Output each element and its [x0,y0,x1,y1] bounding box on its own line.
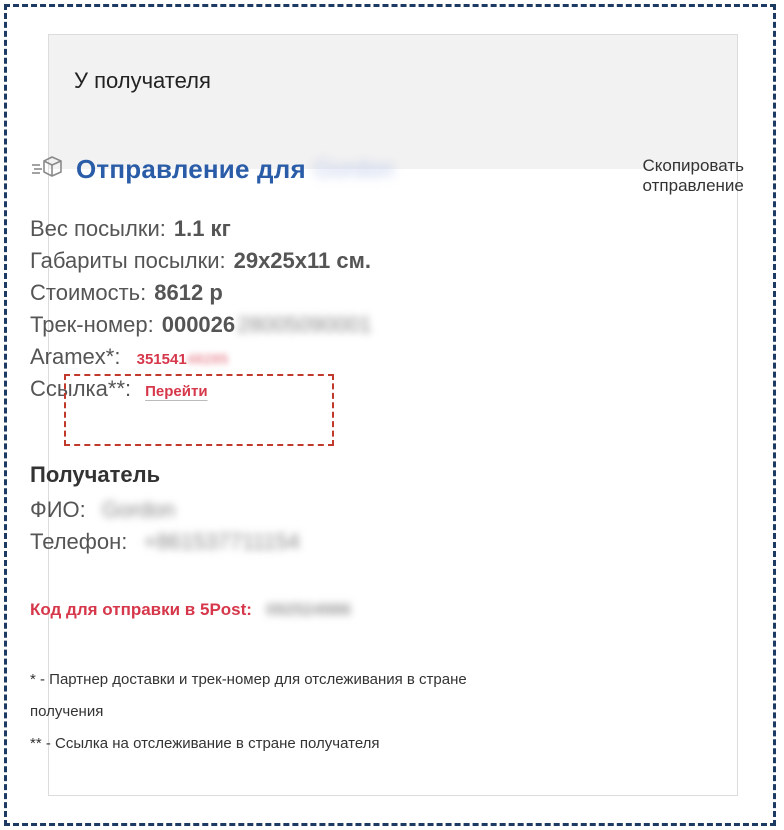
track-value-blurred: 28005090001 [237,312,372,337]
weight-value: 1.1 кг [173,216,231,241]
aramex-value: 351541 [136,351,187,368]
dimensions-value: 29x25x11 см. [233,248,371,273]
copy-shipment-label: Скопировать отправление [642,156,744,195]
footnote-link: ** - Ссылка на отслеживание в стране пол… [30,735,380,752]
recipient-info: ФИО: Gordon Телефон: +861537711154 [30,494,300,558]
fio-value-blurred: Gordon [101,497,176,522]
footnotes: * - Партнер доставки и трек-номер для от… [30,664,510,760]
code-5post-value-blurred: 092524986 [265,600,352,619]
cost-value: 8612 р [154,280,223,305]
fio-row: ФИО: Gordon [30,494,300,526]
phone-value-blurred: +861537711154 [143,529,300,554]
shipment-title: Отправление для [76,154,306,184]
track-value: 000026 [161,312,236,337]
shipment-title-row: Отправление для Gordon [30,154,394,185]
recipient-section-title: Получатель [30,462,161,487]
code-5post-label: Код для отправки в 5Post: [30,600,252,619]
aramex-row: Aramex*: 35154148285 [30,341,372,373]
status-title: У получателя [74,68,211,93]
phone-row: Телефон: +861537711154 [30,526,300,558]
cost-label: Стоимость: [30,280,147,305]
highlight-box [64,374,334,446]
recipient-name-blurred: Gordon [313,155,394,183]
track-label: Трек-номер: [30,312,154,337]
code-5post-row: Код для отправки в 5Post: 092524986 [30,600,351,620]
card-header: У получателя [49,35,737,169]
phone-label: Телефон: [30,529,128,554]
weight-row: Вес посылки: 1.1 кг [30,213,372,245]
fio-label: ФИО: [30,497,86,522]
weight-label: Вес посылки: [30,216,166,241]
dimensions-label: Габариты посылки: [30,248,226,273]
box-delivery-icon [32,155,62,177]
copy-shipment-button[interactable]: Скопировать отправление [642,156,744,196]
cost-row: Стоимость: 8612 р [30,277,372,309]
track-row: Трек-номер: 00002628005090001 [30,309,372,341]
footnote-partner: * - Партнер доставки и трек-номер для от… [30,671,467,720]
aramex-value-blurred: 48285 [186,351,229,368]
dimensions-row: Габариты посылки: 29x25x11 см. [30,245,372,277]
aramex-label: Aramex*: [30,344,121,369]
